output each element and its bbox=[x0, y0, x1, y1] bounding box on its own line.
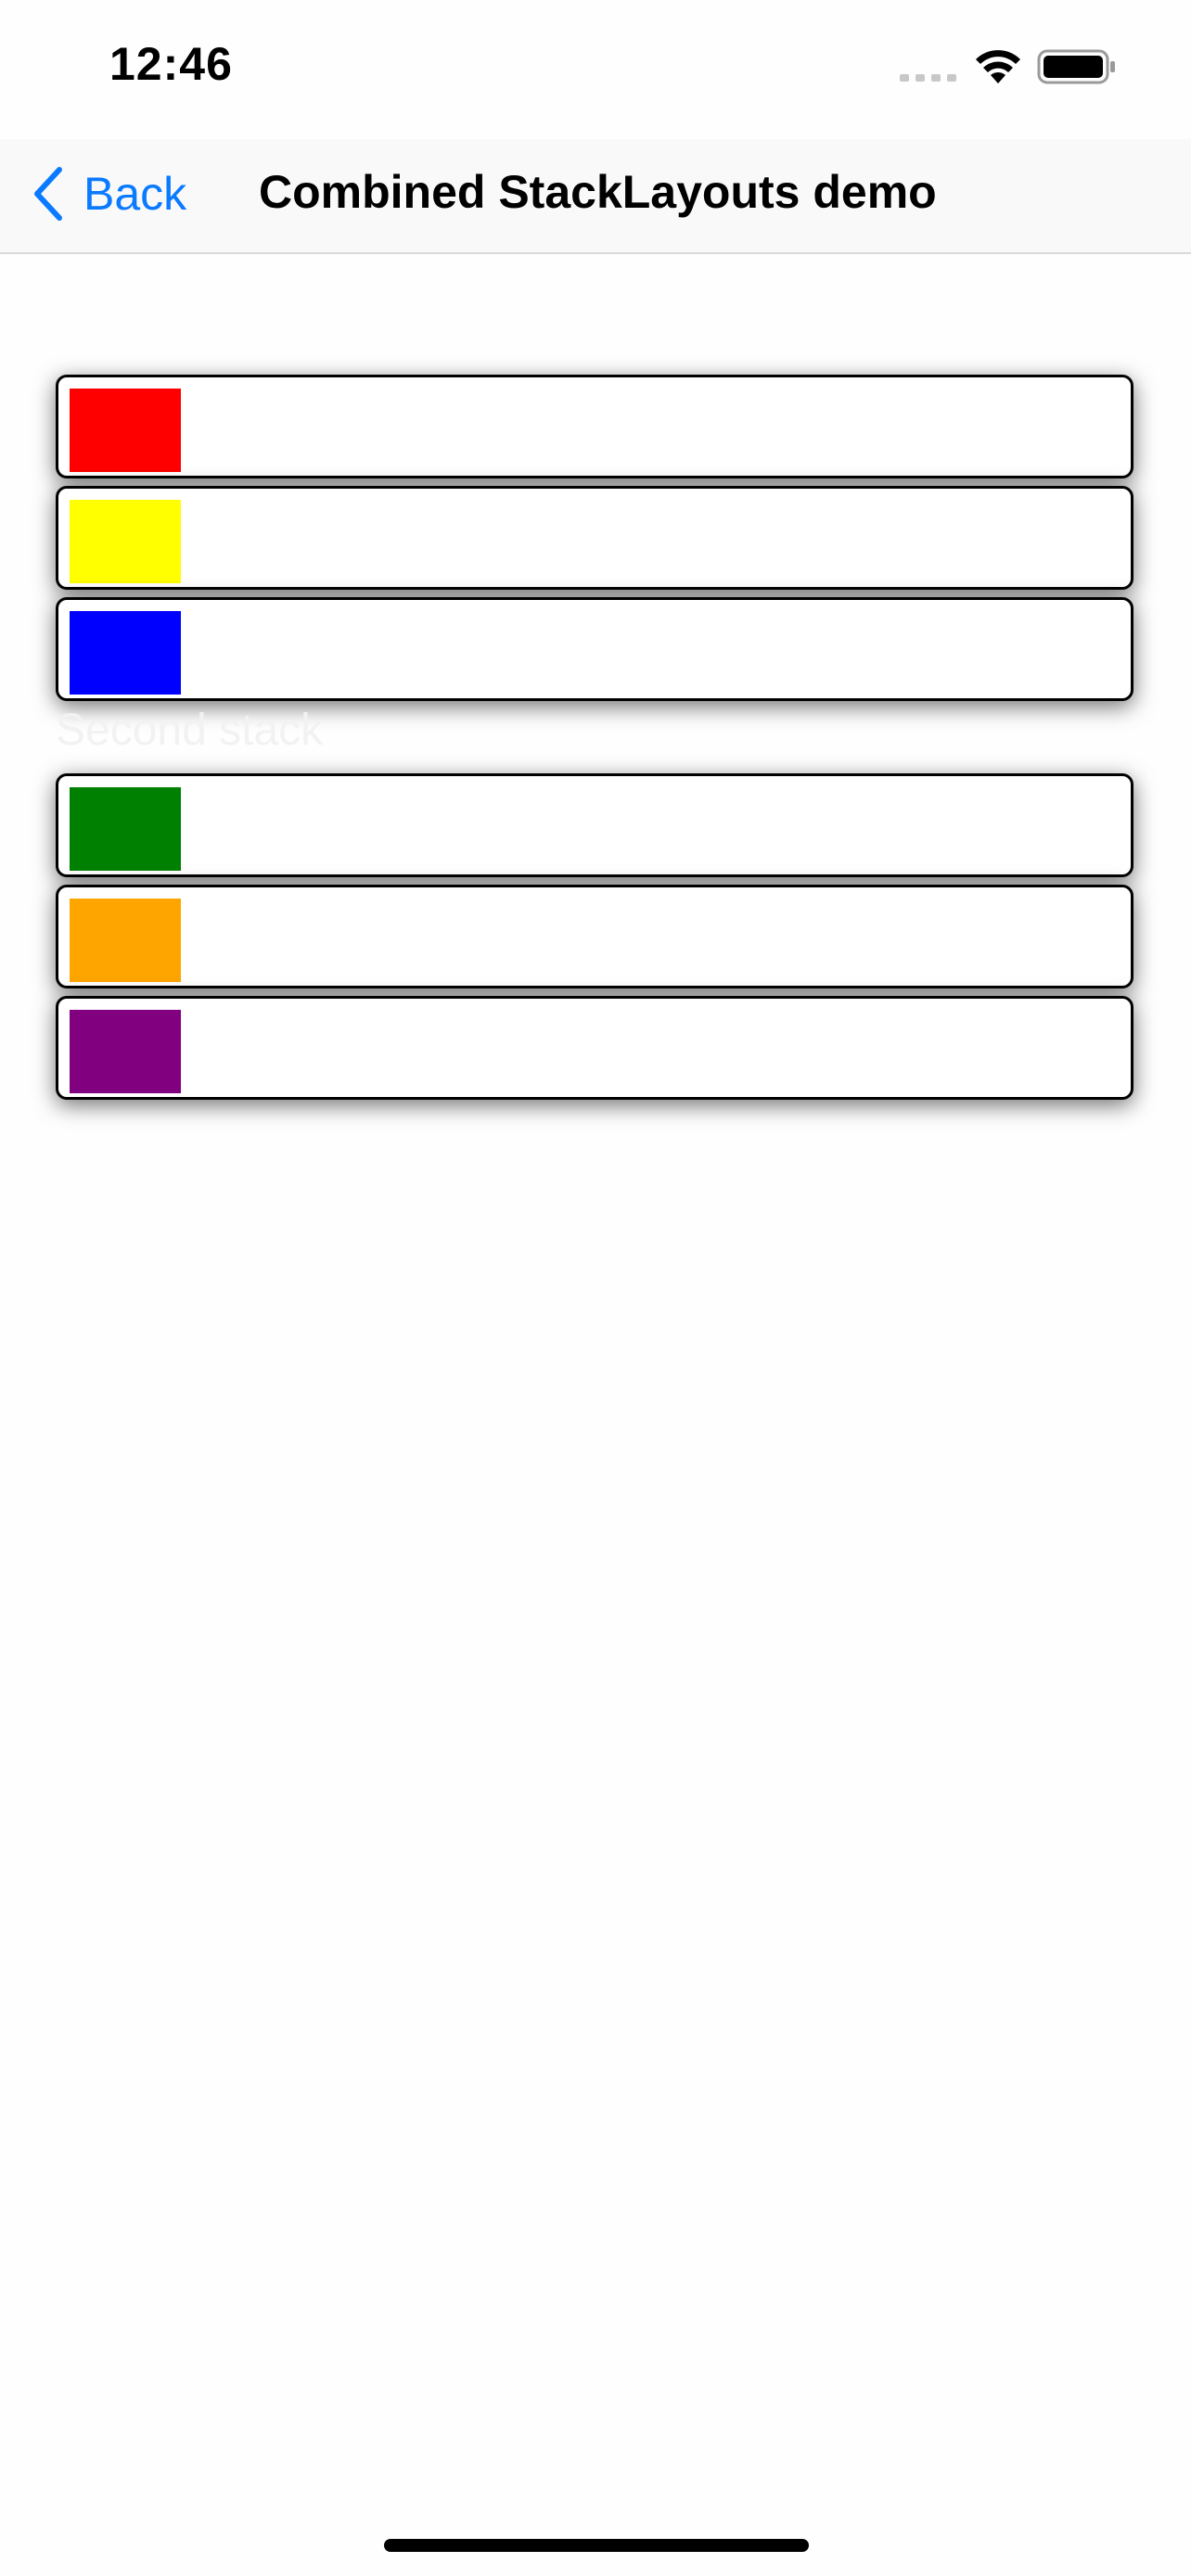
back-label: Back bbox=[83, 168, 187, 220]
color-swatch bbox=[70, 500, 181, 583]
status-bar: 12:46 bbox=[0, 0, 1191, 139]
list-item bbox=[56, 375, 1133, 478]
list-item bbox=[56, 597, 1133, 701]
list-item bbox=[56, 885, 1133, 988]
back-button[interactable]: Back bbox=[32, 161, 186, 226]
chevron-left-icon bbox=[34, 167, 62, 221]
wifi-icon bbox=[976, 50, 1020, 83]
list-item bbox=[56, 996, 1133, 1100]
color-swatch bbox=[70, 899, 181, 982]
battery-icon bbox=[1037, 49, 1115, 84]
list-item bbox=[56, 486, 1133, 590]
color-swatch bbox=[70, 611, 181, 695]
color-swatch bbox=[70, 787, 181, 871]
color-swatch bbox=[70, 389, 181, 472]
status-time: 12:46 bbox=[109, 38, 233, 90]
signal-bars-icon bbox=[900, 74, 956, 82]
group-label: Second stack bbox=[56, 706, 324, 755]
color-swatch bbox=[70, 1010, 181, 1093]
navigation-bar: Back Combined StackLayouts demo bbox=[0, 139, 1191, 254]
list-item bbox=[56, 773, 1133, 877]
home-indicator[interactable] bbox=[384, 2539, 809, 2552]
page-title: Combined StackLayouts demo bbox=[259, 166, 937, 218]
